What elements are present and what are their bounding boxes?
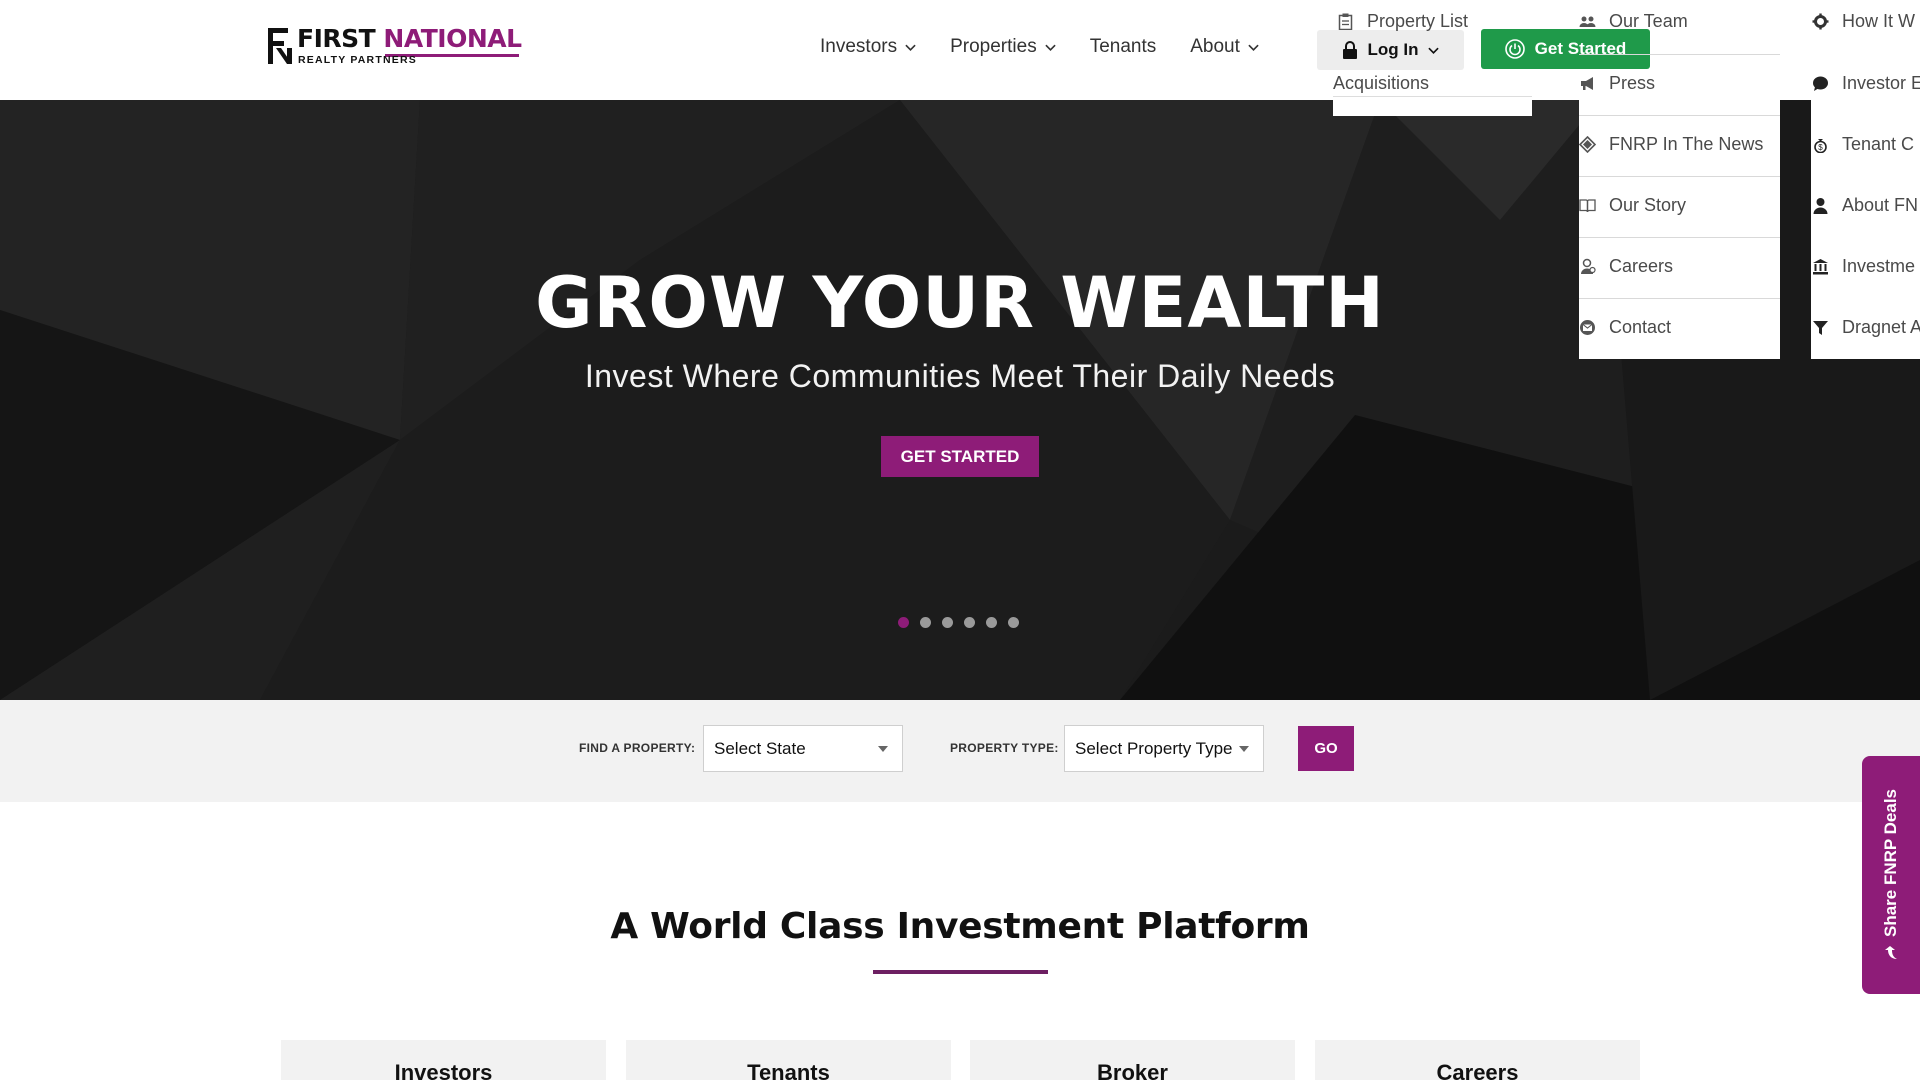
nav-investors[interactable]: Investors — [820, 36, 916, 58]
dropdown-item-label: Our Team — [1609, 11, 1688, 31]
dropdown-item-investme[interactable]: Investme — [1812, 256, 1915, 277]
nav-about[interactable]: About — [1190, 36, 1259, 58]
main-nav: Investors Properties Tenants About — [820, 36, 1259, 58]
heading-divider — [873, 970, 1048, 974]
header-get-started-button[interactable]: Get Started — [1481, 29, 1650, 69]
dropdown-item-tenant-c[interactable]: $ Tenant C — [1812, 134, 1914, 155]
dropdown-item-label: Careers — [1609, 256, 1674, 276]
share-tab-content: Share FNRP Deals — [1881, 789, 1901, 961]
dropdown-item-acquisitions[interactable]: Acquisitions — [1333, 73, 1429, 94]
dropdown-item-label: About FN — [1842, 195, 1919, 215]
login-button[interactable]: Log In — [1317, 30, 1464, 70]
slider-dot-1[interactable] — [898, 617, 909, 628]
nav-tenants[interactable]: Tenants — [1090, 36, 1157, 58]
dropdown-item-label: Property List — [1367, 11, 1469, 31]
hero-subtitle: Invest Where Communities Meet Their Dail… — [584, 358, 1336, 394]
dropdown-item-property-list[interactable]: Property List — [1337, 11, 1468, 32]
login-label: Log In — [1367, 40, 1419, 59]
properties-dropdown-panel — [1333, 96, 1532, 116]
slider-dot-2[interactable] — [920, 617, 931, 628]
state-select[interactable]: Select State — [703, 725, 903, 772]
bank-icon — [1813, 259, 1828, 275]
money-bag-icon: $ — [1814, 139, 1827, 153]
dropdown-item-how-it-works[interactable]: How It W — [1812, 11, 1915, 32]
brand-wordmark: FIRST NATIONAL — [297, 24, 522, 53]
search-go-button[interactable]: GO — [1298, 726, 1354, 771]
dropdown-item-label: FNRP In The News — [1609, 134, 1764, 154]
share-fnrp-deals-tab[interactable]: Share FNRP Deals — [1862, 756, 1920, 994]
logo-mark-icon — [268, 28, 292, 64]
power-icon — [1504, 39, 1525, 59]
filter-icon — [1813, 321, 1828, 335]
dropdown-item-our-story[interactable]: Our Story — [1579, 195, 1686, 216]
nav-properties-label: Properties — [950, 36, 1037, 57]
dropdown-item-label: How It W — [1842, 11, 1916, 31]
book-icon — [1579, 199, 1596, 213]
caret-down-icon — [1239, 746, 1249, 752]
dropdown-item-label: Investme — [1842, 256, 1916, 276]
newspaper-icon — [1579, 136, 1596, 153]
header-get-started-label: Get Started — [1534, 39, 1627, 58]
dropdown-item-label: Our Story — [1609, 195, 1687, 215]
slider-dot-4[interactable] — [964, 617, 975, 628]
dropdown-item-careers[interactable]: Careers — [1579, 256, 1673, 277]
dropdown-item-label: Press — [1609, 73, 1656, 93]
envelope-icon — [1580, 320, 1595, 335]
card-investors[interactable]: Investors — [281, 1040, 606, 1080]
gear-icon — [1812, 13, 1829, 30]
dropdown-item-fnrp-news[interactable]: FNRP In The News — [1579, 134, 1763, 155]
chevron-down-icon — [905, 44, 916, 51]
dropdown-item-contact[interactable]: Contact — [1579, 317, 1671, 338]
card-tenants[interactable]: Tenants — [626, 1040, 951, 1080]
dropdown-item-our-team[interactable]: Our Team — [1579, 11, 1688, 32]
card-careers[interactable]: Careers — [1315, 1040, 1640, 1080]
person-icon — [1813, 198, 1828, 214]
chevron-down-icon — [1428, 47, 1440, 54]
chevron-down-icon — [1248, 44, 1259, 51]
dropdown-item-dragnet[interactable]: Dragnet A — [1812, 317, 1920, 338]
share-arrow-icon — [1885, 946, 1897, 960]
find-property-label: FIND A PROPERTY: — [579, 741, 696, 755]
property-type-select[interactable]: Select Property Type — [1064, 725, 1264, 772]
dropdown-item-investor-e[interactable]: Investor E — [1812, 73, 1920, 94]
slider-dot-6[interactable] — [1008, 617, 1019, 628]
nav-properties[interactable]: Properties — [950, 36, 1056, 58]
caret-down-icon — [878, 746, 888, 752]
nav-tenants-label: Tenants — [1089, 36, 1157, 57]
slider-dots — [898, 617, 1019, 628]
hero-get-started-button[interactable]: GET STARTED — [881, 436, 1039, 477]
dropdown-item-label: Tenant C — [1842, 134, 1915, 154]
property-type-label: PROPERTY TYPE: — [950, 741, 1059, 755]
dropdown-item-label: Contact — [1609, 317, 1672, 337]
slider-dot-5[interactable] — [986, 617, 997, 628]
team-icon — [1579, 16, 1596, 27]
lock-icon — [1342, 41, 1357, 59]
share-tab-label: Share FNRP Deals — [1881, 788, 1900, 938]
clipboard-icon — [1338, 13, 1353, 30]
brand-tagline: REALTY PARTNERS — [298, 54, 417, 66]
nav-about-label: About — [1190, 36, 1240, 57]
about-dropdown-divider — [1579, 54, 1780, 55]
state-select-value: Select State — [714, 738, 806, 758]
dropdown-item-about-fn[interactable]: About FN — [1812, 195, 1918, 216]
dropdown-item-label: Dragnet A — [1842, 317, 1920, 337]
dropdown-item-press[interactable]: Press — [1579, 73, 1655, 94]
slider-dot-3[interactable] — [942, 617, 953, 628]
chevron-down-icon — [1045, 44, 1056, 51]
dropdown-item-label: Investor E — [1842, 73, 1920, 93]
brand-logo[interactable]: FIRST NATIONAL REALTY PARTNERS — [268, 24, 528, 66]
card-broker[interactable]: Broker — [970, 1040, 1295, 1080]
nav-investors-label: Investors — [820, 36, 898, 57]
property-search-bar: FIND A PROPERTY: Select State PROPERTY T… — [0, 700, 1920, 802]
careers-icon — [1581, 258, 1596, 274]
platform-heading: A World Class Investment Platform — [610, 906, 1310, 947]
property-type-select-value: Select Property Type — [1075, 738, 1233, 758]
chat-icon — [1813, 76, 1828, 91]
dropdown-item-label: Acquisitions — [1333, 73, 1430, 93]
svg-text:$: $ — [1818, 143, 1823, 152]
megaphone-icon — [1581, 77, 1593, 90]
